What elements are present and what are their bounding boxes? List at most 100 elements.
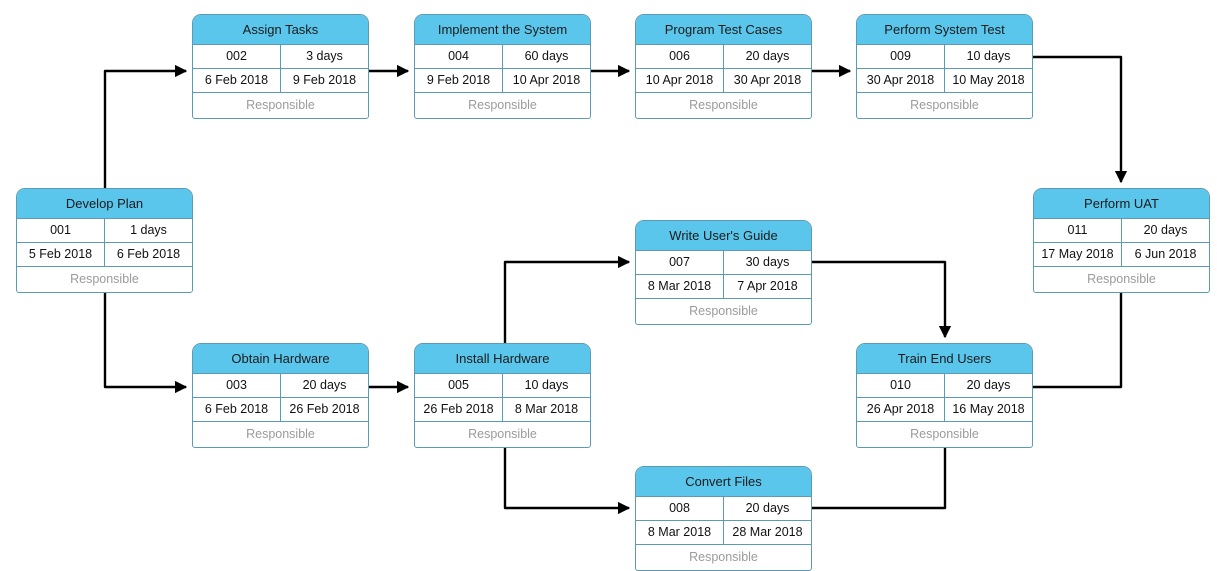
task-code: 011 xyxy=(1034,219,1122,242)
task-finish-date: 7 Apr 2018 xyxy=(737,279,798,293)
task-responsible: Responsible xyxy=(70,272,139,286)
task-title: Implement the System xyxy=(415,15,590,45)
task-finish-date: 9 Feb 2018 xyxy=(292,73,357,87)
task-responsible: Responsible xyxy=(910,427,979,441)
task-start-date: 6 Feb 2018 xyxy=(193,398,281,421)
task-node-convert-files[interactable]: Convert Files 008 20 days 8 Mar 2018 28 … xyxy=(635,466,812,571)
task-responsible: Responsible xyxy=(689,304,758,318)
task-start-date: 26 Feb 2018 xyxy=(415,398,503,421)
task-dates-row: 8 Mar 2018 7 Apr 2018 xyxy=(636,275,811,299)
task-dates-row: 6 Feb 2018 26 Feb 2018 xyxy=(193,398,368,422)
task-duration: 20 days xyxy=(745,501,790,515)
task-code-duration-row: 011 20 days xyxy=(1034,219,1209,243)
task-title: Develop Plan xyxy=(17,189,192,219)
task-code: 005 xyxy=(415,374,503,397)
task-code: 004 xyxy=(415,45,503,68)
task-code: 010 xyxy=(857,374,945,397)
task-start-date: 6 Feb 2018 xyxy=(193,69,281,92)
task-duration: 20 days xyxy=(302,378,347,392)
task-code-duration-row: 010 20 days xyxy=(857,374,1032,398)
task-title: Train End Users xyxy=(857,344,1032,374)
task-node-program-test-cases[interactable]: Program Test Cases 006 20 days 10 Apr 20… xyxy=(635,14,812,119)
task-code: 007 xyxy=(636,251,724,274)
task-node-obtain-hardware[interactable]: Obtain Hardware 003 20 days 6 Feb 2018 2… xyxy=(192,343,369,448)
task-duration: 20 days xyxy=(1143,223,1188,237)
task-responsible: Responsible xyxy=(246,98,315,112)
edge-train-end-users-to-perform-uat xyxy=(1033,279,1128,389)
task-node-perform-system-test[interactable]: Perform System Test 009 10 days 30 Apr 2… xyxy=(856,14,1033,119)
task-code-duration-row: 008 20 days xyxy=(636,497,811,521)
task-responsible: Responsible xyxy=(1087,272,1156,286)
task-dates-row: 10 Apr 2018 30 Apr 2018 xyxy=(636,69,811,93)
task-responsible: Responsible xyxy=(689,550,758,564)
task-title: Perform System Test xyxy=(857,15,1032,45)
task-code-duration-row: 006 20 days xyxy=(636,45,811,69)
task-title: Obtain Hardware xyxy=(193,344,368,374)
task-node-develop-plan[interactable]: Develop Plan 001 1 days 5 Feb 2018 6 Feb… xyxy=(16,188,193,293)
task-node-perform-uat[interactable]: Perform UAT 011 20 days 17 May 2018 6 Ju… xyxy=(1033,188,1210,293)
task-code-duration-row: 003 20 days xyxy=(193,374,368,398)
task-node-train-end-users[interactable]: Train End Users 010 20 days 26 Apr 2018 … xyxy=(856,343,1033,448)
edge-perform-system-test-to-perform-uat xyxy=(1033,55,1128,184)
task-title: Install Hardware xyxy=(415,344,590,374)
task-dates-row: 6 Feb 2018 9 Feb 2018 xyxy=(193,69,368,93)
task-code: 003 xyxy=(193,374,281,397)
task-finish-date: 10 May 2018 xyxy=(952,73,1025,87)
task-duration: 10 days xyxy=(524,378,569,392)
task-start-date: 8 Mar 2018 xyxy=(636,275,724,298)
task-code-duration-row: 005 10 days xyxy=(415,374,590,398)
task-title: Assign Tasks xyxy=(193,15,368,45)
task-start-date: 17 May 2018 xyxy=(1034,243,1122,266)
task-code-duration-row: 002 3 days xyxy=(193,45,368,69)
task-dates-row: 17 May 2018 6 Jun 2018 xyxy=(1034,243,1209,267)
task-start-date: 8 Mar 2018 xyxy=(636,521,724,544)
task-finish-date: 6 Feb 2018 xyxy=(116,247,181,261)
task-title: Write User's Guide xyxy=(636,221,811,251)
task-dates-row: 9 Feb 2018 10 Apr 2018 xyxy=(415,69,590,93)
task-finish-date: 16 May 2018 xyxy=(952,402,1025,416)
task-finish-date: 8 Mar 2018 xyxy=(514,402,579,416)
task-duration: 1 days xyxy=(130,223,167,237)
task-code-duration-row: 004 60 days xyxy=(415,45,590,69)
task-dates-row: 26 Apr 2018 16 May 2018 xyxy=(857,398,1032,422)
task-duration: 3 days xyxy=(306,49,343,63)
task-code: 008 xyxy=(636,497,724,520)
task-dates-row: 5 Feb 2018 6 Feb 2018 xyxy=(17,243,192,267)
task-responsible: Responsible xyxy=(468,98,537,112)
task-responsible: Responsible xyxy=(246,427,315,441)
edge-write-users-guide-to-train-end-users xyxy=(812,260,952,339)
task-node-write-users-guide[interactable]: Write User's Guide 007 30 days 8 Mar 201… xyxy=(635,220,812,325)
task-start-date: 26 Apr 2018 xyxy=(857,398,945,421)
task-dates-row: 26 Feb 2018 8 Mar 2018 xyxy=(415,398,590,422)
task-node-assign-tasks[interactable]: Assign Tasks 002 3 days 6 Feb 2018 9 Feb… xyxy=(192,14,369,119)
task-node-implement-the-system[interactable]: Implement the System 004 60 days 9 Feb 2… xyxy=(414,14,591,119)
task-duration: 10 days xyxy=(966,49,1011,63)
task-dates-row: 30 Apr 2018 10 May 2018 xyxy=(857,69,1032,93)
task-title: Convert Files xyxy=(636,467,811,497)
task-code-duration-row: 001 1 days xyxy=(17,219,192,243)
task-duration: 20 days xyxy=(966,378,1011,392)
task-node-install-hardware[interactable]: Install Hardware 005 10 days 26 Feb 2018… xyxy=(414,343,591,448)
task-finish-date: 10 Apr 2018 xyxy=(512,73,581,87)
task-dates-row: 8 Mar 2018 28 Mar 2018 xyxy=(636,521,811,545)
task-responsible: Responsible xyxy=(910,98,979,112)
task-title: Perform UAT xyxy=(1034,189,1209,219)
task-responsible: Responsible xyxy=(468,427,537,441)
network-diagram-canvas: Develop Plan 001 1 days 5 Feb 2018 6 Feb… xyxy=(0,0,1217,571)
task-code: 006 xyxy=(636,45,724,68)
task-finish-date: 6 Jun 2018 xyxy=(1134,247,1197,261)
task-finish-date: 28 Mar 2018 xyxy=(732,525,803,539)
task-code-duration-row: 007 30 days xyxy=(636,251,811,275)
task-responsible: Responsible xyxy=(689,98,758,112)
task-code: 001 xyxy=(17,219,105,242)
task-duration: 30 days xyxy=(745,255,790,269)
task-start-date: 10 Apr 2018 xyxy=(636,69,724,92)
task-start-date: 30 Apr 2018 xyxy=(857,69,945,92)
task-title: Program Test Cases xyxy=(636,15,811,45)
task-start-date: 5 Feb 2018 xyxy=(17,243,105,266)
task-duration: 60 days xyxy=(524,49,569,63)
task-start-date: 9 Feb 2018 xyxy=(415,69,503,92)
task-finish-date: 30 Apr 2018 xyxy=(733,73,802,87)
task-duration: 20 days xyxy=(745,49,790,63)
task-code-duration-row: 009 10 days xyxy=(857,45,1032,69)
